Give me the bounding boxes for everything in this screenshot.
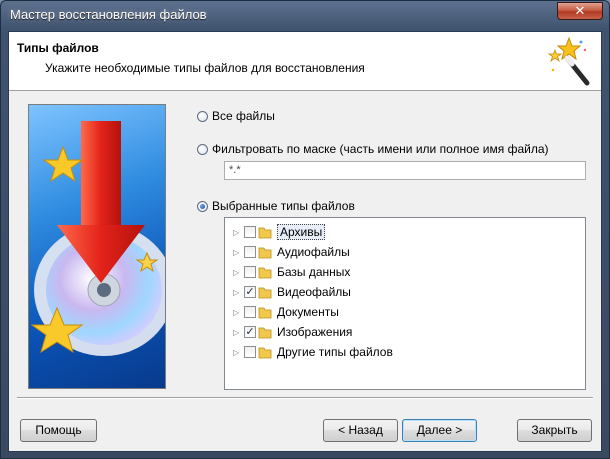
wizard-banner-image [28,104,166,389]
expand-arrow-icon[interactable]: ▷ [233,348,241,357]
tree-item-checkbox[interactable] [244,306,256,318]
tree-item-checkbox[interactable] [244,226,256,238]
tree-item-checkbox[interactable] [244,246,256,258]
close-button[interactable]: Закрыть [517,419,592,442]
tree-item-images[interactable]: ▷ ✓ Изображения [233,322,352,342]
filter-mask-radio[interactable] [197,143,208,155]
folder-icon [258,307,272,319]
tree-item-audio[interactable]: ▷ Аудиофайлы [233,242,350,262]
tree-item-checkbox[interactable]: ✓ [244,286,256,298]
tree-item-label: Архивы [277,224,326,240]
expand-arrow-icon[interactable]: ▷ [233,288,241,297]
expand-arrow-icon[interactable]: ▷ [233,228,241,237]
folder-icon [258,347,272,359]
page-title: Типы файлов [17,41,99,55]
folder-icon [258,327,272,339]
title-bar[interactable]: Мастер восстановления файлов ✕ [1,1,609,29]
tree-item-checkbox[interactable]: ✓ [244,326,256,338]
tree-item-video[interactable]: ▷ ✓ Видеофайлы [233,282,351,302]
help-button[interactable]: Помощь [20,419,97,442]
expand-arrow-icon[interactable]: ▷ [233,248,241,257]
tree-item-label: Другие типы файлов [277,345,393,359]
wizard-client-area: Типы файлов Укажите необходимые типы фай… [8,31,602,452]
file-types-tree[interactable]: ▷ Архивы ▷ Аудиофайлы ▷ Базы данных ▷ ✓ [224,217,586,390]
expand-arrow-icon[interactable]: ▷ [233,308,241,317]
expand-arrow-icon[interactable]: ▷ [233,268,241,277]
filter-mask-label: Фильтровать по маске (часть имени или по… [212,142,549,156]
selected-types-option[interactable]: Выбранные типы файлов [197,198,355,214]
page-subtitle: Укажите необходимые типы файлов для восс… [45,61,365,75]
selected-types-label: Выбранные типы файлов [212,199,355,213]
all-files-radio[interactable] [197,110,208,122]
tree-item-databases[interactable]: ▷ Базы данных [233,262,350,282]
next-button[interactable]: Далее > [402,419,477,442]
folder-icon [258,287,272,299]
mask-input[interactable]: *.* [224,161,586,180]
folder-icon [258,227,272,239]
all-files-label: Все файлы [212,109,275,123]
footer-divider [17,397,593,399]
tree-item-label: Документы [277,305,339,319]
tree-item-label: Видеофайлы [277,285,351,299]
magic-wand-icon [547,36,590,86]
window-title: Мастер восстановления файлов [10,7,207,22]
tree-item-label: Изображения [277,325,353,339]
tree-item-label: Аудиофайлы [277,245,350,259]
wizard-window: Мастер восстановления файлов ✕ Типы файл… [0,0,610,459]
close-window-button[interactable]: ✕ [557,2,603,20]
expand-arrow-icon[interactable]: ▷ [233,328,241,337]
all-files-option[interactable]: Все файлы [197,108,275,124]
tree-item-other-types[interactable]: ▷ Другие типы файлов [233,342,393,362]
tree-item-label: Базы данных [277,265,351,279]
tree-item-checkbox[interactable] [244,266,256,278]
folder-icon [258,247,272,259]
folder-icon [258,267,272,279]
tree-item-archives[interactable]: ▷ Архивы [233,222,326,242]
selected-types-radio[interactable] [197,200,208,212]
tree-item-checkbox[interactable] [244,346,256,358]
wizard-header: Типы файлов Укажите необходимые типы фай… [9,32,601,91]
tree-item-documents[interactable]: ▷ Документы [233,302,339,322]
filter-mask-option[interactable]: Фильтровать по маске (часть имени или по… [197,141,549,157]
back-button[interactable]: < Назад [323,419,398,442]
